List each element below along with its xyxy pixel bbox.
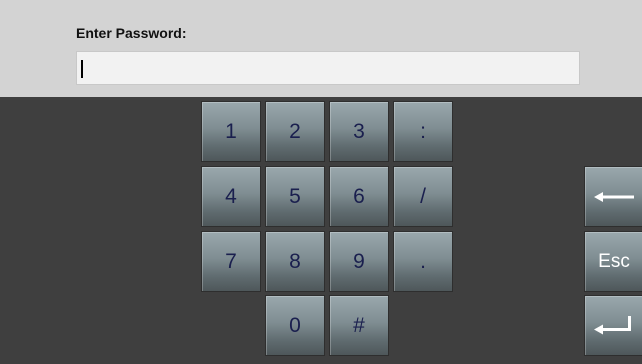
key-2[interactable]: 2 xyxy=(265,101,325,162)
enter-button[interactable] xyxy=(584,295,642,356)
key-1[interactable]: 1 xyxy=(201,101,261,162)
key-0[interactable]: 0 xyxy=(265,295,325,356)
password-label: Enter Password: xyxy=(76,25,187,41)
enter-return-icon xyxy=(594,314,634,338)
backspace-arrow-icon xyxy=(594,191,634,203)
key-period[interactable]: . xyxy=(393,231,453,292)
password-header-panel: Enter Password: xyxy=(0,0,642,97)
key-5[interactable]: 5 xyxy=(265,166,325,227)
key-4[interactable]: 4 xyxy=(201,166,261,227)
text-caret xyxy=(81,60,83,78)
key-colon[interactable]: : xyxy=(393,101,453,162)
esc-button[interactable]: Esc xyxy=(584,231,642,292)
key-hash[interactable]: # xyxy=(329,295,389,356)
password-input[interactable] xyxy=(76,51,580,85)
backspace-button[interactable] xyxy=(584,166,642,227)
key-3[interactable]: 3 xyxy=(329,101,389,162)
password-entry-screen: Enter Password: 1 2 3 : 4 5 6 / 7 8 9 . … xyxy=(0,0,642,364)
key-slash[interactable]: / xyxy=(393,166,453,227)
key-6[interactable]: 6 xyxy=(329,166,389,227)
key-7[interactable]: 7 xyxy=(201,231,261,292)
key-8[interactable]: 8 xyxy=(265,231,325,292)
key-9[interactable]: 9 xyxy=(329,231,389,292)
